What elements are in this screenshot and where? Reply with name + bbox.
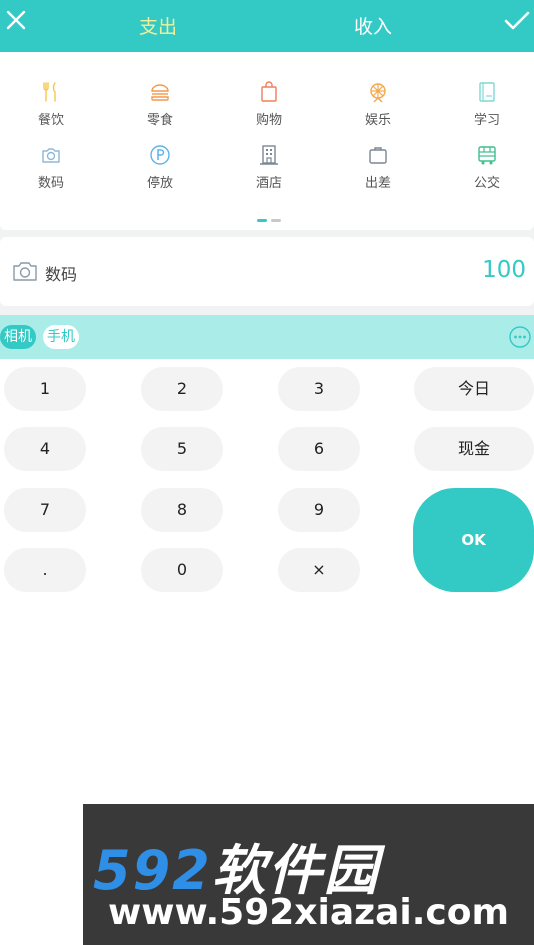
category-snacks[interactable]: 零食 bbox=[120, 81, 200, 128]
close-icon[interactable] bbox=[6, 10, 26, 30]
watermark: 592软件园 www.592xiazai.com bbox=[83, 804, 534, 945]
key-5[interactable]: 5 bbox=[141, 427, 223, 471]
category-label: 学习 bbox=[473, 113, 500, 128]
category-parking[interactable]: 停放 bbox=[120, 144, 200, 191]
camera-icon bbox=[13, 262, 37, 281]
watermark-url: www.592xiazai.com bbox=[108, 892, 509, 933]
key-4[interactable]: 4 bbox=[4, 427, 86, 471]
key-3[interactable]: 3 bbox=[278, 367, 360, 411]
amount-card: 数码 100 bbox=[0, 237, 534, 306]
more-icon[interactable] bbox=[508, 325, 532, 349]
key-decimal[interactable]: . bbox=[4, 548, 86, 592]
key-2[interactable]: 2 bbox=[141, 367, 223, 411]
camera-icon bbox=[42, 148, 60, 163]
tag-camera[interactable]: 相机 bbox=[0, 325, 36, 349]
category-label: 数码 bbox=[37, 176, 64, 191]
category-label: 零食 bbox=[146, 113, 173, 128]
date-button[interactable]: 今日 bbox=[414, 367, 534, 411]
category-business-trip[interactable]: 出差 bbox=[338, 144, 418, 191]
page-dot-active bbox=[257, 219, 267, 222]
ok-button[interactable]: OK bbox=[413, 488, 534, 592]
category-label: 酒店 bbox=[255, 176, 282, 191]
shopping-bag-icon bbox=[261, 81, 277, 102]
book-icon bbox=[479, 82, 495, 102]
app-screen: 支出 收入 餐饮 零食 购物 娱乐 学习 数码 停放 酒店 出差 公交 数码 1… bbox=[0, 0, 534, 945]
tag-phone[interactable]: 手机 bbox=[43, 325, 79, 349]
key-9[interactable]: 9 bbox=[278, 488, 360, 532]
category-study[interactable]: 学习 bbox=[447, 81, 527, 128]
category-label: 公交 bbox=[473, 176, 500, 191]
page-dot bbox=[271, 219, 281, 222]
key-7[interactable]: 7 bbox=[4, 488, 86, 532]
key-6[interactable]: 6 bbox=[278, 427, 360, 471]
amount-value[interactable]: 100 bbox=[482, 257, 526, 283]
parking-icon bbox=[150, 145, 170, 165]
category-hotel[interactable]: 酒店 bbox=[229, 144, 309, 191]
fork-knife-icon bbox=[43, 82, 56, 102]
category-label: 购物 bbox=[255, 113, 282, 128]
key-multiply[interactable]: × bbox=[278, 548, 360, 592]
category-dining[interactable]: 餐饮 bbox=[11, 81, 91, 128]
hotel-icon bbox=[260, 145, 278, 165]
tab-expense[interactable]: 支出 bbox=[139, 12, 177, 39]
tag-bar: 相机 手机 bbox=[0, 315, 534, 359]
category-label: 停放 bbox=[146, 176, 173, 191]
key-0[interactable]: 0 bbox=[141, 548, 223, 592]
tab-income[interactable]: 收入 bbox=[354, 12, 392, 39]
burger-icon bbox=[151, 84, 169, 101]
category-label: 出差 bbox=[364, 176, 391, 191]
category-label: 娱乐 bbox=[364, 113, 391, 128]
ferris-wheel-icon bbox=[370, 83, 386, 103]
key-8[interactable]: 8 bbox=[141, 488, 223, 532]
category-bus[interactable]: 公交 bbox=[447, 144, 527, 191]
bus-icon bbox=[478, 146, 496, 165]
category-shopping[interactable]: 购物 bbox=[229, 81, 309, 128]
header-bar: 支出 收入 bbox=[0, 0, 534, 52]
category-label: 餐饮 bbox=[37, 113, 64, 128]
category-entertainment[interactable]: 娱乐 bbox=[338, 81, 418, 128]
check-icon[interactable] bbox=[504, 10, 530, 32]
category-panel: 餐饮 零食 购物 娱乐 学习 数码 停放 酒店 出差 公交 bbox=[0, 52, 534, 230]
selected-category-label: 数码 bbox=[45, 265, 78, 284]
account-button[interactable]: 现金 bbox=[414, 427, 534, 471]
key-1[interactable]: 1 bbox=[4, 367, 86, 411]
suitcase-icon bbox=[369, 147, 387, 164]
category-digital[interactable]: 数码 bbox=[11, 144, 91, 191]
